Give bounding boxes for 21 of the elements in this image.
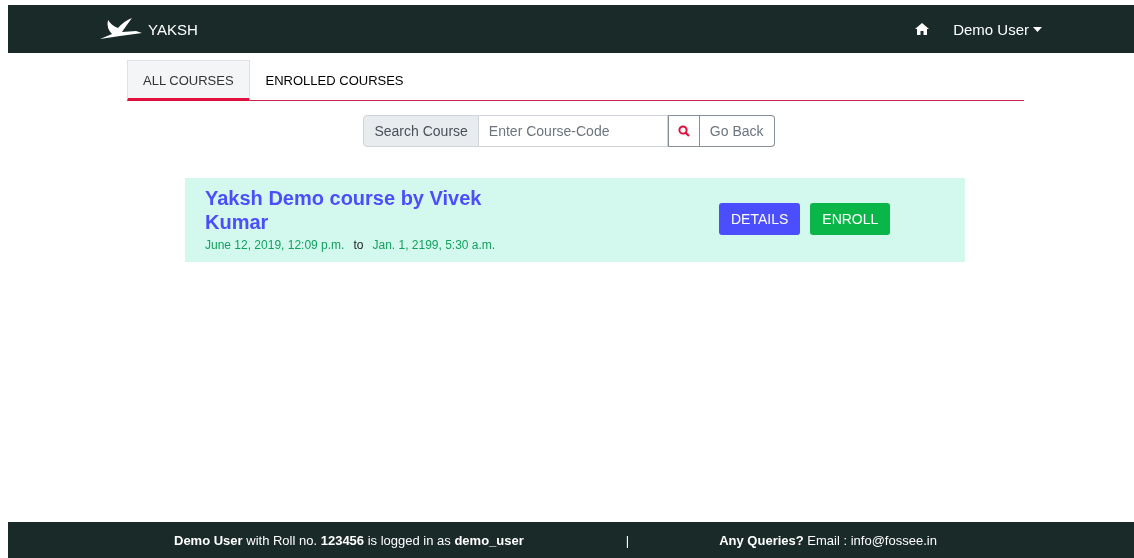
tab[interactable]: ENROLLED COURSES [249,60,420,101]
login-info: Demo User with Roll no. 123456 is logged in as demo_user [174,532,524,548]
search-field[interactable]: Enter Course-Code [478,115,668,147]
home-icon[interactable] [915,23,930,35]
details-button[interactable]: DETAILS [719,203,801,235]
date-separator: to [353,238,364,252]
go-back-button[interactable]: Go Back [699,115,775,147]
bird-logo-icon [100,18,142,40]
brand-name: YAKSH [148,20,198,38]
user-menu[interactable]: Demo User [953,20,1042,38]
search-icon [677,125,690,137]
course-title[interactable]: Yaksh Demo course by Vivek Kumar [205,186,505,234]
footer-divider: | [625,532,630,548]
search-button[interactable] [667,115,700,147]
start-date: June 12, 2019, 12:09 p.m. [205,238,345,252]
end-date: Jan. 1, 2199, 5:30 a.m. [372,238,496,252]
caret-icon [1033,26,1042,32]
contact-info: Any Queries? Email : info@fossee.in [719,532,937,548]
search-label: Search Course [363,115,479,147]
tab[interactable]: ALL COURSES [127,60,250,101]
brand-link[interactable]: YAKSH [100,18,198,40]
